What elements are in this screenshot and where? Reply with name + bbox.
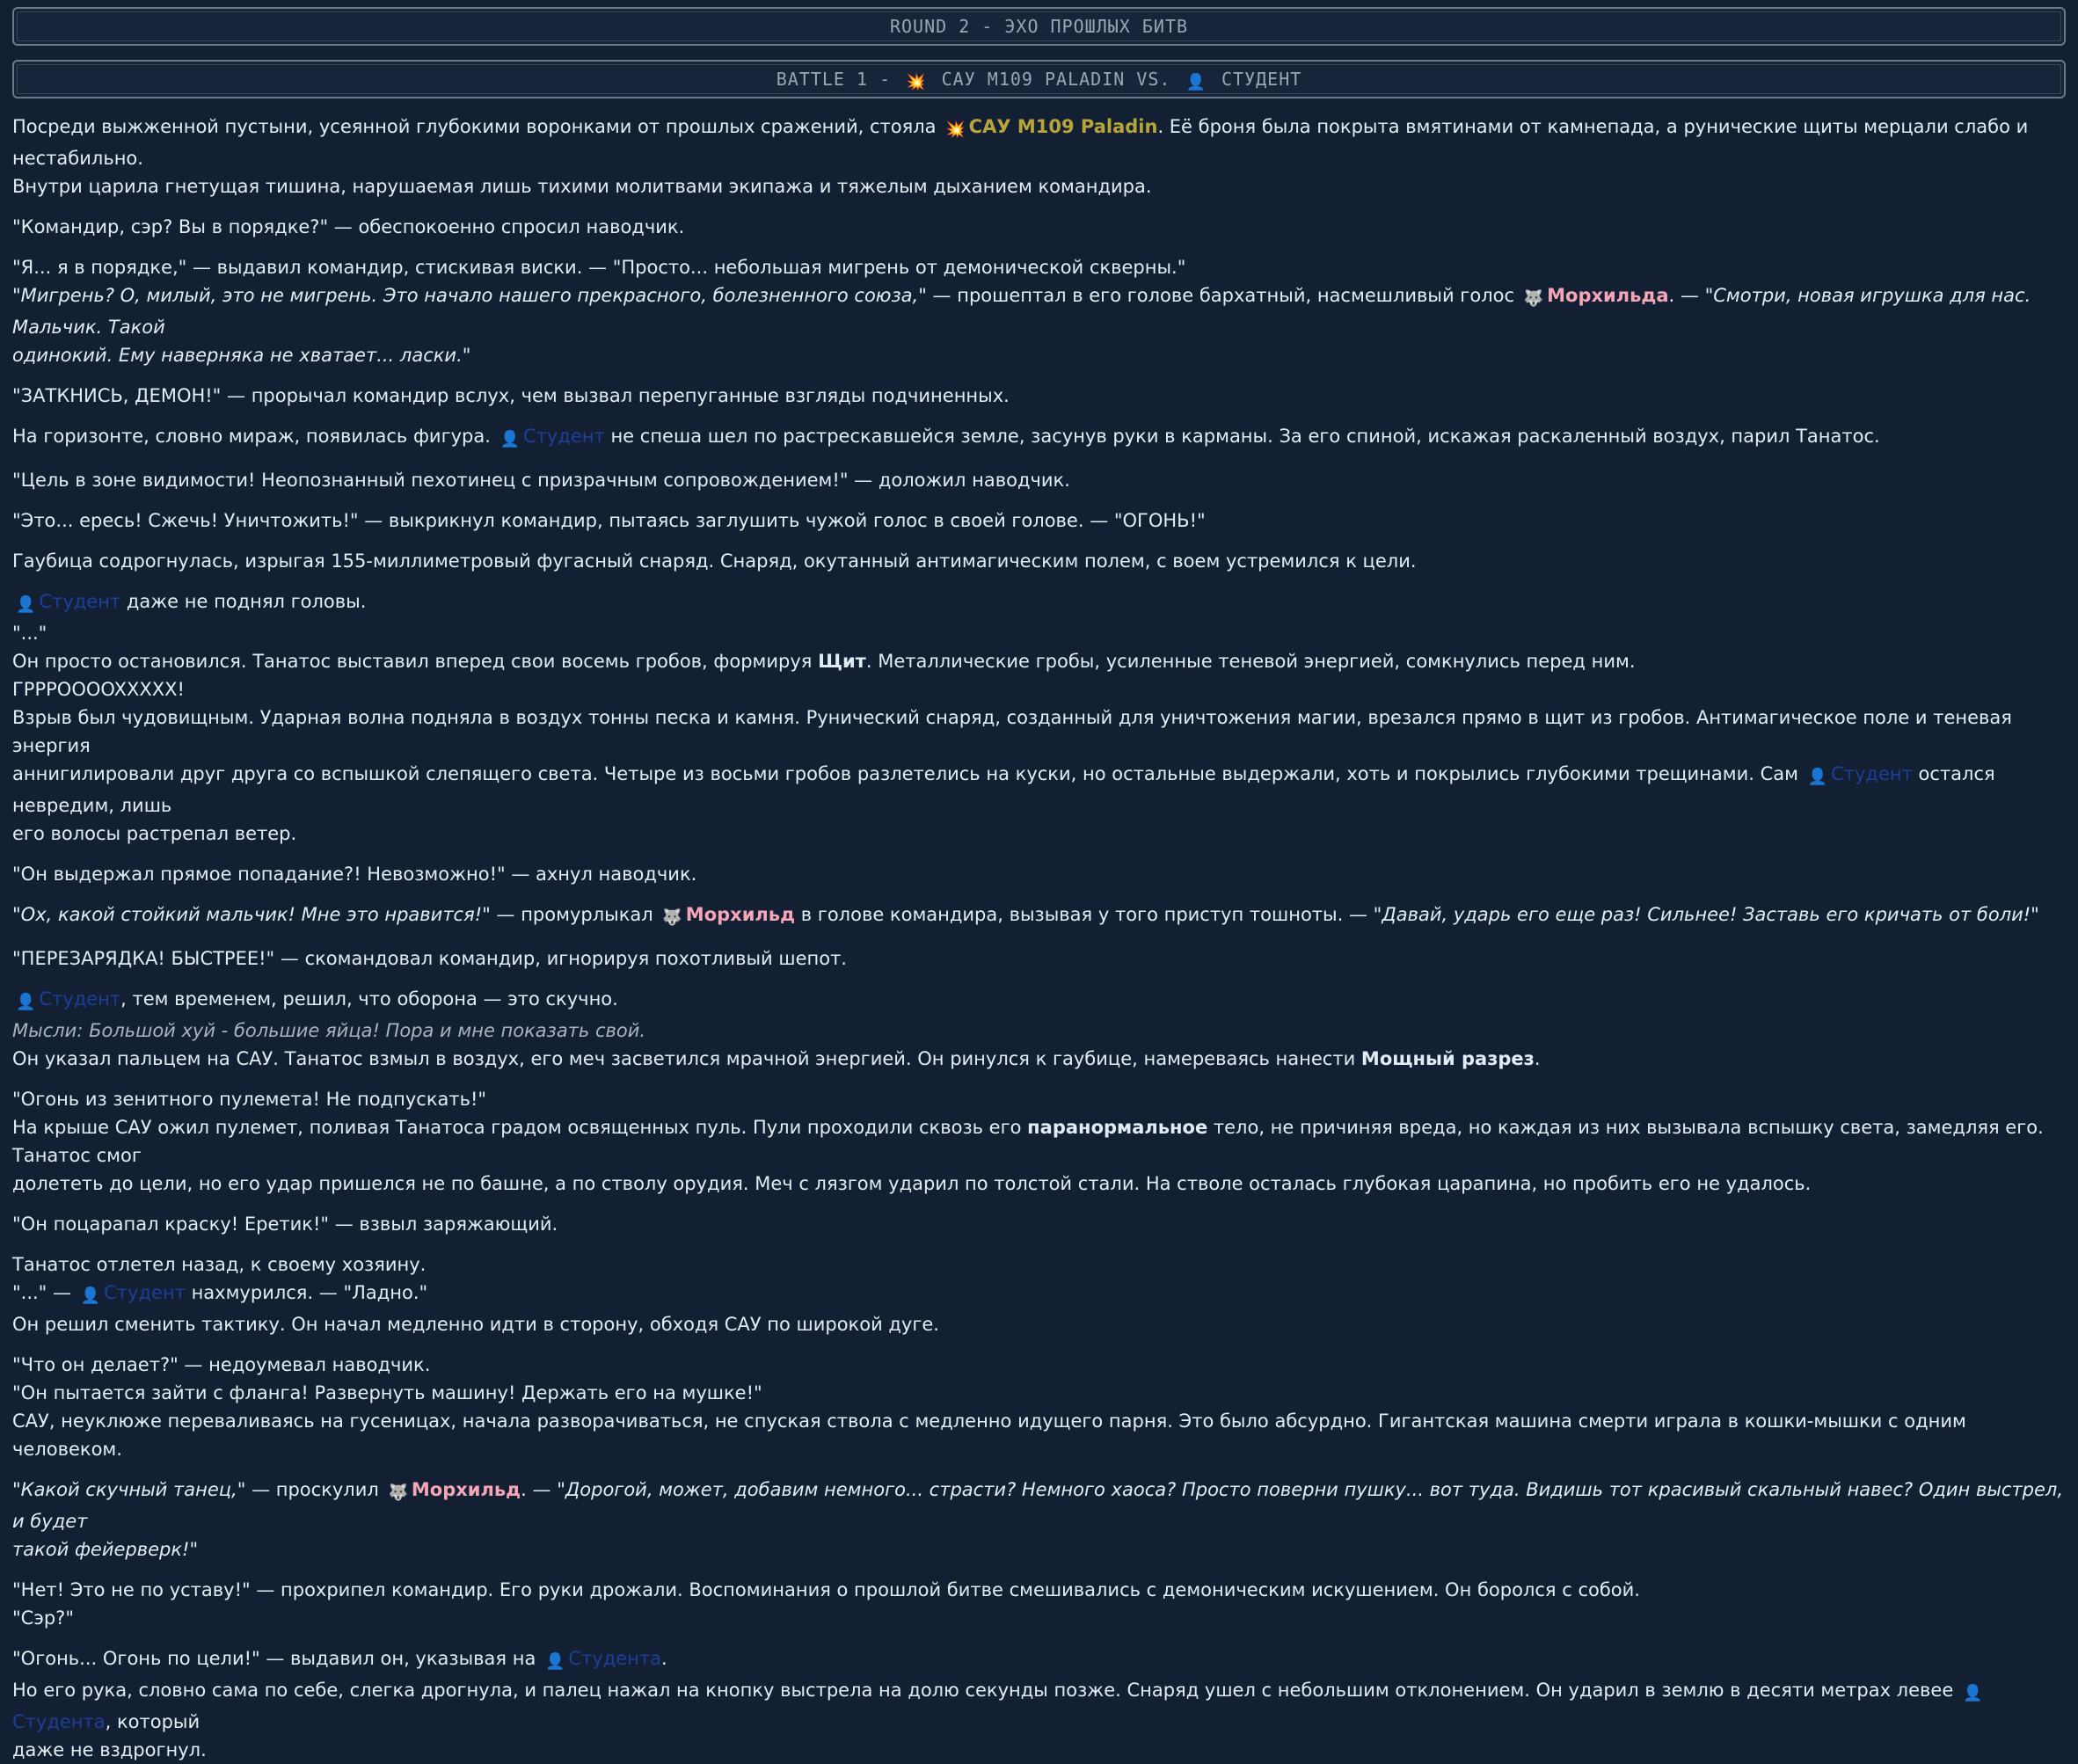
student-name: Студент (1831, 763, 1913, 784)
round-banner: ROUND 2 - ЭХО ПРОШЛЫХ БИТВ (12, 7, 2066, 46)
story-paragraph: его волосы растрепал ветер. (12, 823, 297, 844)
student-name: Студент (523, 426, 605, 447)
story-paragraph: "Это... ересь! Сжечь! Уничтожить!" — вык… (12, 510, 1206, 531)
story-paragraph: На горизонте, словно мираж, появилась фи… (12, 422, 2066, 454)
battle-prefix: BATTLE 1 - (776, 69, 892, 90)
story-paragraph: На крыше САУ ожил пулемет, поливая Танат… (12, 1117, 2044, 1166)
story-paragraph: Взрыв был чудовищным. Ударная волна подн… (12, 707, 2012, 756)
paladin-name: САУ M109 Paladin (968, 116, 1158, 137)
round-title: ROUND 2 - ЭХО ПРОШЛЫХ БИТВ (889, 16, 1189, 37)
story-paragraph: Мысли: Большой хуй - большие яйца! Пора … (12, 1017, 2066, 1045)
story-paragraph: "Огонь... Огонь по цели!" — выдавил он, … (12, 1644, 2066, 1676)
story-paragraph: "Ох, какой стойкий мальчик! Мне это нрав… (12, 900, 2066, 932)
morhild-name: Морхильд (411, 1479, 521, 1500)
student-icon: 👤 (1185, 73, 1207, 91)
student-name: Студент (39, 591, 121, 612)
student-icon: 👤 (80, 1287, 101, 1305)
student-icon: 👤 (545, 1652, 565, 1671)
morhild-name: Морхильд (685, 904, 796, 925)
story-paragraph: 👤 Студент, тем временем, решил, что оборо… (12, 985, 2066, 1017)
studenta-name: Студента (568, 1648, 662, 1669)
wolf-icon: 🐺 (388, 1483, 408, 1502)
story-paragraph: аннигилировали друг друга со вспышкой сл… (12, 763, 1995, 816)
wolf-icon: 🐺 (662, 908, 682, 927)
story-paragraph: Он просто остановился. Танатос выставил … (12, 651, 1636, 672)
story-paragraph: одинокий. Ему наверняка не хватает... ла… (12, 345, 471, 366)
wolf-icon: 🐺 (1523, 289, 1544, 308)
student-icon: 👤 (499, 430, 521, 448)
battle-fighter-a: САУ M109 PALADIN VS. (941, 69, 1171, 90)
story-paragraph: Посреди выжженной пустыни, усеянной глуб… (12, 116, 2029, 169)
explosion-icon: 💥 (945, 120, 966, 139)
student-icon: 👤 (16, 993, 36, 1011)
story-paragraph: ГРРРОООOXXXXX! (12, 679, 185, 700)
story-paragraph: "ЗАТКНИСЬ, ДЕМОН!" — прорычал командир в… (12, 385, 1010, 406)
story-paragraph: Он указал пальцем на САУ. Танатос взмыл … (12, 1048, 1541, 1069)
story-paragraph: "ПЕРЕЗАРЯДКА! БЫСТРЕЕ!" — скомандовал ко… (12, 948, 847, 969)
battle-story: Посреди выжженной пустыни, усеянной глуб… (12, 113, 2066, 1764)
story-paragraph: Внутри царила гнетущая тишина, нарушаема… (12, 176, 1152, 197)
thought-text: Мысли: Большой хуй - большие яйца! Пора … (12, 1020, 646, 1041)
story-paragraph: "Он выдержал прямое попадание?! Невозмож… (12, 864, 697, 885)
student-icon: 👤 (16, 595, 36, 614)
studenta-name: Студента (12, 1711, 106, 1732)
story-paragraph: "Он поцарапал краску! Еретик!" — взвыл з… (12, 1214, 558, 1235)
story-paragraph: "..." (12, 623, 47, 644)
story-paragraph: Гаубица содрогнулась, изрыгая 155-миллим… (12, 550, 1417, 572)
story-paragraph: Он решил сменить тактику. Он начал медле… (12, 1314, 939, 1335)
story-paragraph: даже не вздрогнул. (12, 1739, 207, 1760)
story-paragraph: 👤 Студент даже не поднял головы. (12, 587, 2066, 619)
morhilda-name: Морхильда (1547, 285, 1669, 306)
battle-banner: BATTLE 1 - 💥 САУ M109 PALADIN VS. 👤 СТУД… (12, 60, 2066, 98)
story-paragraph: Танатос отлетел назад, к своему хозяину. (12, 1254, 427, 1275)
student-name: Студент (104, 1282, 186, 1303)
story-paragraph: САУ, неуклюже переваливаясь на гусеницах… (12, 1410, 1966, 1460)
story-paragraph: "Командир, сэр? Вы в порядке?" — обеспок… (12, 216, 685, 237)
story-paragraph: "Мигрень? О, милый, это не мигрень. Это … (12, 285, 2031, 338)
student-name: Студент (39, 988, 121, 1010)
story-paragraph: "Какой скучный танец," — проскулил 🐺 Морх… (12, 1479, 2064, 1532)
explosion-icon: 💥 (906, 73, 927, 91)
student-icon: 👤 (1807, 768, 1828, 786)
story-paragraph: "..." — 👤 Студент нахмурился. — "Ладно." (12, 1279, 2066, 1310)
story-paragraph: "Нет! Это не по уставу!" — прохрипел ком… (12, 1579, 1640, 1600)
story-paragraph: "Сэр?" (12, 1607, 74, 1629)
battle-fighter-b: СТУДЕНТ (1221, 69, 1302, 90)
story-paragraph: "Цель в зоне видимости! Неопознанный пех… (12, 470, 1070, 491)
story-paragraph: "Огонь из зенитного пулемета! Не подпуск… (12, 1089, 487, 1110)
story-paragraph: Но его рука, словно сама по себе, слегка… (12, 1680, 1983, 1732)
story-paragraph: такой фейерверк!" (12, 1539, 199, 1560)
story-paragraph: "Что он делает?" — недоумевал наводчик. (12, 1354, 431, 1375)
story-paragraph: долететь до цели, но его удар пришелся н… (12, 1173, 1812, 1194)
student-icon: 👤 (1962, 1684, 1983, 1702)
story-paragraph: "Я... я в порядке," — выдавил командир, … (12, 257, 1186, 278)
story-paragraph: "Он пытается зайти с фланга! Развернуть … (12, 1382, 762, 1403)
